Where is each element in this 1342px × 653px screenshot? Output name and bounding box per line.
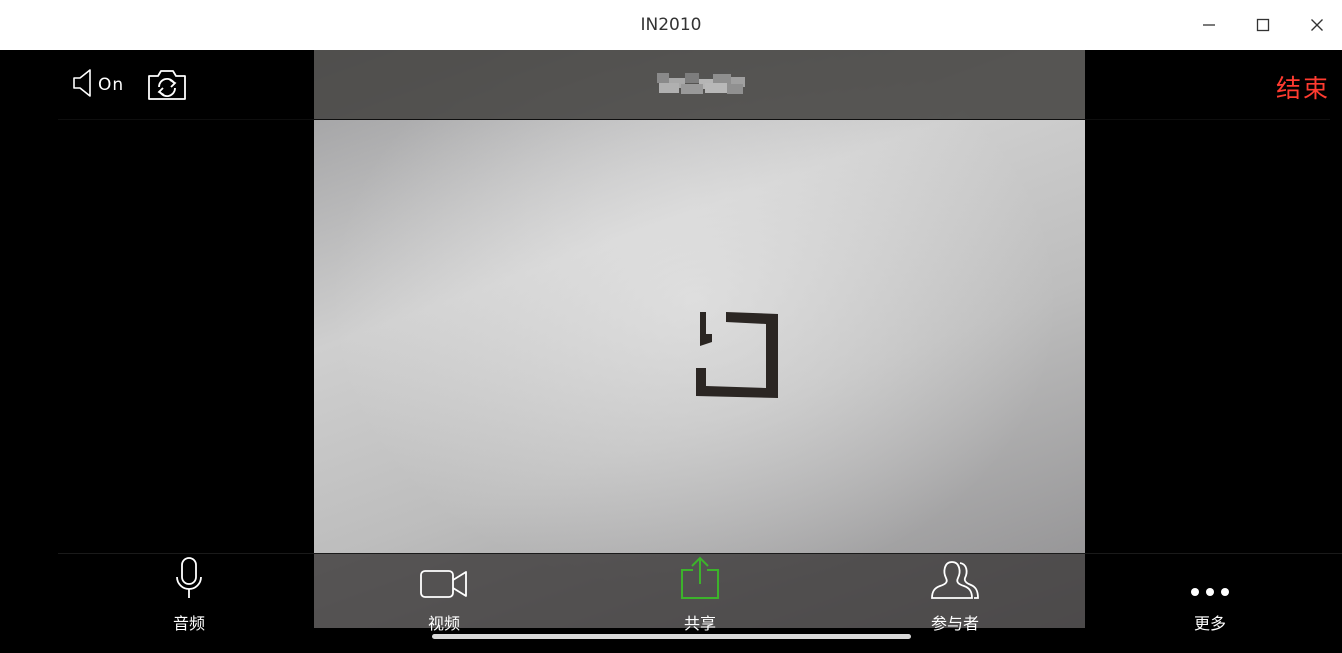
video-button[interactable]: 视频 [374, 558, 514, 633]
maximize-button[interactable] [1252, 14, 1274, 36]
close-button[interactable] [1306, 14, 1328, 36]
more-label: 更多 [1193, 614, 1226, 633]
more-dots-icon [1190, 576, 1230, 604]
switch-camera-button[interactable] [146, 68, 188, 102]
participants-label: 参与者 [930, 614, 979, 633]
share-upload-icon [680, 556, 720, 604]
share-label: 共享 [683, 614, 716, 633]
maximize-icon [1256, 18, 1270, 32]
close-icon [1310, 18, 1324, 32]
video-feed [314, 50, 1085, 628]
top-bar: On 结束 [0, 50, 1342, 120]
video-label: 视频 [427, 614, 460, 633]
window-titlebar: IN2010 [0, 0, 1342, 50]
share-button[interactable]: 共享 [630, 556, 770, 633]
end-meeting-button[interactable]: 结束 [1276, 69, 1330, 105]
bottom-toolbar: 音频 视频 共享 参与者 更多 [58, 553, 1342, 633]
participants-button[interactable]: 参与者 [885, 558, 1025, 633]
speaker-status-label: On [98, 75, 125, 95]
window-title: IN2010 [640, 15, 702, 35]
camera-scene-logo [696, 312, 778, 398]
audio-label: 音频 [172, 614, 205, 633]
meeting-id-redacted [655, 73, 747, 94]
switch-camera-icon [146, 70, 188, 106]
minimize-icon [1202, 18, 1216, 32]
video-camera-icon [419, 568, 469, 604]
minimize-button[interactable] [1198, 14, 1220, 36]
speaker-icon [72, 67, 94, 104]
audio-button[interactable]: 音频 [119, 556, 259, 633]
home-indicator[interactable] [432, 634, 911, 639]
meeting-view: On 结束 音频 视频 共享 参与者 更多 [0, 50, 1342, 653]
speaker-toggle[interactable]: On [72, 68, 132, 102]
more-button[interactable]: 更多 [1140, 558, 1280, 633]
microphone-icon [174, 556, 204, 604]
participants-icon [930, 558, 980, 604]
